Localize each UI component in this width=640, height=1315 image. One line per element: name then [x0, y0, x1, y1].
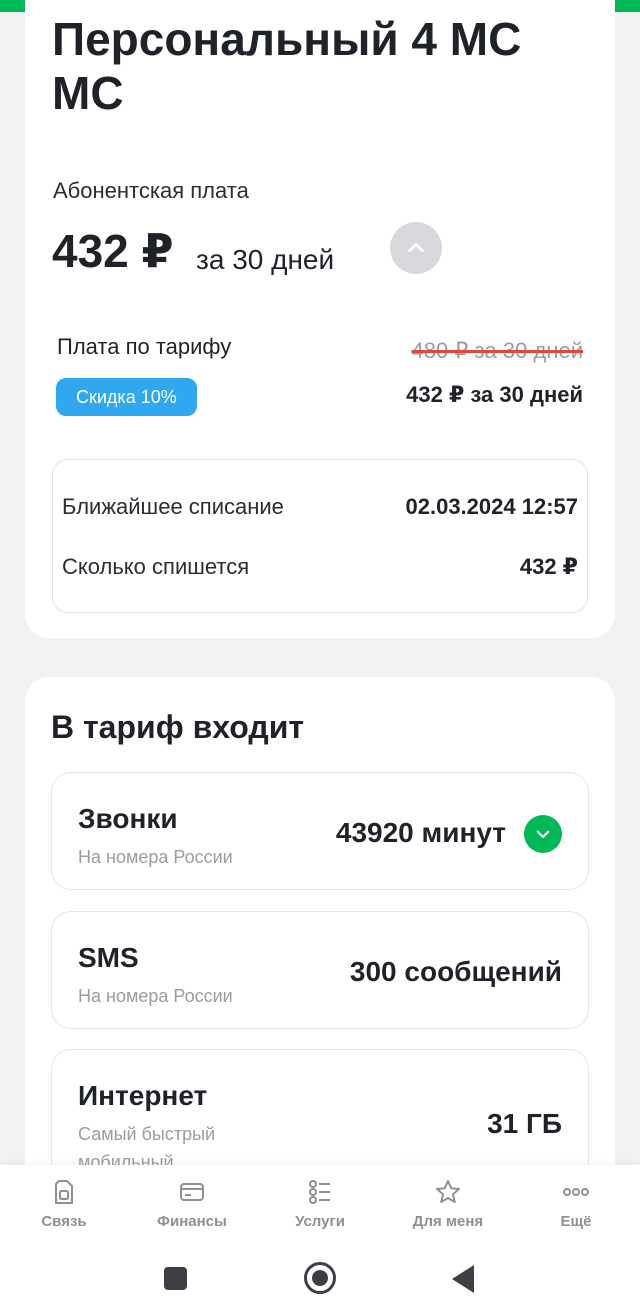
- sim-icon: [49, 1177, 79, 1207]
- nav-label: Финансы: [157, 1213, 227, 1230]
- more-icon: [561, 1177, 591, 1207]
- nav-label: Ещё: [560, 1213, 592, 1230]
- charge-info-box: Ближайшее списание 02.03.2024 12:57 Скол…: [52, 459, 588, 613]
- item-title: SMS: [78, 942, 139, 973]
- tariff-card: Персональный 4 МС МС Абонентская плата 4…: [25, 0, 615, 638]
- card-icon: [177, 1177, 207, 1207]
- includes-item-calls[interactable]: Звонки На номера России 43920 минут: [51, 772, 589, 890]
- nav-item-connection[interactable]: Связь: [0, 1165, 128, 1245]
- next-charge-value: 02.03.2024 12:57: [405, 494, 579, 519]
- nav-item-more[interactable]: Ещё: [512, 1165, 640, 1245]
- discount-badge: Скидка 10%: [56, 378, 197, 416]
- item-value: 300 сообщений: [349, 956, 562, 987]
- plan-fee-label: Плата по тарифу: [57, 334, 232, 359]
- nav-item-finance[interactable]: Финансы: [128, 1165, 256, 1245]
- includes-card: В тариф входит Звонки На номера России 4…: [25, 677, 615, 1209]
- charge-amount-label: Сколько спишется: [62, 554, 250, 579]
- nav-label: Связь: [41, 1213, 87, 1230]
- includes-item-sms[interactable]: SMS На номера России 300 сообщений: [51, 911, 589, 1029]
- item-title: Звонки: [78, 803, 178, 834]
- bottom-nav: Связь Финансы Услуги Для меня Ещё: [0, 1165, 640, 1245]
- charge-amount-value: 432 ₽: [519, 554, 578, 579]
- chevron-down-icon[interactable]: [524, 815, 562, 853]
- includes-title: В тариф входит: [51, 709, 305, 745]
- system-nav-bar: [0, 1245, 640, 1315]
- next-charge-row: Ближайшее списание 02.03.2024 12:57: [62, 494, 578, 520]
- back-button[interactable]: [452, 1265, 474, 1293]
- nav-label: Для меня: [412, 1213, 484, 1230]
- star-icon: [433, 1177, 463, 1207]
- collapse-button[interactable]: [390, 222, 442, 274]
- item-subtitle: На номера России: [78, 847, 233, 867]
- fee-amount: 432 ₽: [52, 225, 174, 277]
- list-icon: [305, 1177, 335, 1207]
- home-button[interactable]: [304, 1262, 336, 1294]
- old-price: 480 ₽ за 30 дней: [411, 338, 583, 363]
- charge-amount-row: Сколько спишется 432 ₽: [62, 554, 578, 580]
- chevron-up-icon: [408, 242, 424, 253]
- nav-item-services[interactable]: Услуги: [256, 1165, 384, 1245]
- item-subtitle: На номера России: [78, 986, 233, 1006]
- nav-label: Услуги: [295, 1213, 345, 1230]
- fee-period: за 30 дней: [196, 244, 335, 275]
- item-value: 43920 минут: [335, 817, 506, 848]
- recent-apps-button[interactable]: [164, 1267, 187, 1290]
- nav-item-for-me[interactable]: Для меня: [384, 1165, 512, 1245]
- fee-title: Абонентская плата: [53, 178, 249, 203]
- tariff-name: Персональный 4 МС МС: [52, 13, 522, 119]
- new-price: 432 ₽ за 30 дней: [406, 382, 583, 407]
- next-charge-label: Ближайшее списание: [62, 494, 284, 519]
- item-value: 31 ГБ: [487, 1108, 562, 1139]
- item-title: Интернет: [78, 1080, 208, 1111]
